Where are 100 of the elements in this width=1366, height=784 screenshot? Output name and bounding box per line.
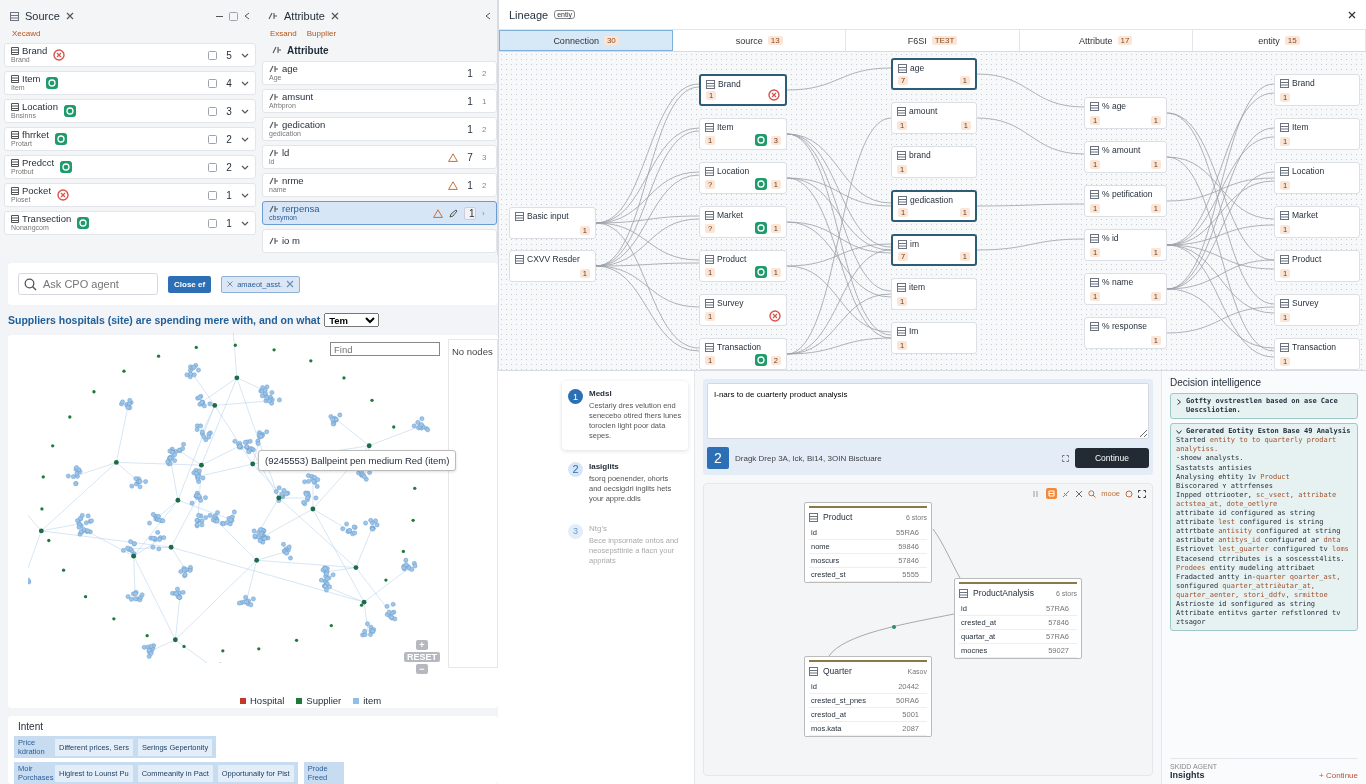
node-tooltip: (9245553) Ballpeint pen medium Red (item) <box>258 450 457 471</box>
window-title: Lineage <box>509 8 549 21</box>
step-number: 1 <box>568 389 583 404</box>
table-icon <box>1090 321 1099 331</box>
item-name: Predcct <box>22 158 55 169</box>
panel-title: Source <box>25 10 60 22</box>
continue-link[interactable]: + Continue <box>1319 771 1358 780</box>
node-label: age <box>910 63 925 73</box>
node-label: im <box>910 239 919 249</box>
node-label: % amount <box>1102 145 1141 155</box>
attribute-row[interactable]: io m <box>262 229 497 253</box>
category-select[interactable]: Tem <box>324 313 380 327</box>
attribute-name: rerpensa <box>282 204 320 215</box>
column-tab[interactable]: source 13 <box>673 30 847 51</box>
step-title: Medsl <box>589 389 613 398</box>
log-card[interactable] <box>1170 423 1358 632</box>
pencil-icon[interactable] <box>449 208 458 218</box>
expand-icon[interactable] <box>1061 454 1069 462</box>
table-icon <box>959 588 968 598</box>
node-label: % petification <box>1102 189 1153 199</box>
empty-panel-text: No nodes <box>448 339 498 668</box>
chevron-down-icon[interactable] <box>241 52 249 58</box>
chevron-down-icon[interactable] <box>241 80 249 86</box>
chevron-down-icon[interactable] <box>241 108 249 114</box>
prompt-field[interactable]: I-nars to de cuarterly product analysis <box>707 383 1149 439</box>
fullscreen-icon[interactable] <box>1138 489 1146 498</box>
collapse-icon[interactable] <box>244 12 250 20</box>
attribute-name: io m <box>282 236 300 246</box>
continue-button[interactable]: Continue <box>1074 448 1149 468</box>
table-icon <box>515 254 524 264</box>
chevron-down-icon[interactable] <box>241 220 249 226</box>
table-icon <box>11 187 19 196</box>
item-count: 1 <box>225 189 233 201</box>
attribute-icon <box>269 237 279 245</box>
graph-title: Suppliers hospitals (site) are spending mere with, and on what <box>8 314 321 326</box>
close-icon[interactable] <box>330 12 339 20</box>
search-field[interactable]: Ask CPO agent <box>18 273 158 295</box>
legend-label: item <box>363 695 382 706</box>
column-tab[interactable]: F6SI TE3T <box>846 30 1020 51</box>
table-icon <box>705 342 714 352</box>
attribute-trail: 2 <box>482 180 488 190</box>
node-label: Product <box>1292 254 1322 264</box>
table-icon <box>11 75 19 84</box>
attribute-trail: 3 <box>482 152 488 162</box>
chevron-down-icon[interactable] <box>241 164 249 170</box>
attribute-icon <box>269 121 279 130</box>
link-icon[interactable] <box>1062 489 1071 498</box>
eye-icon[interactable] <box>1125 489 1133 498</box>
table-icon <box>1280 342 1289 352</box>
legend-label: Supplier <box>306 695 342 706</box>
minimize-icon[interactable] <box>216 14 223 18</box>
table-icon <box>11 103 19 112</box>
node-label: Product <box>717 254 747 264</box>
table-icon <box>897 106 906 116</box>
panel-title: Attribute <box>284 10 325 22</box>
table-name: ProductAnalysis <box>973 588 1034 598</box>
table-icon <box>1280 298 1289 308</box>
close-button[interactable]: Close ef <box>168 275 212 293</box>
attribute-name: age <box>282 64 298 75</box>
attribute-icon <box>268 12 278 20</box>
node-label: Brand <box>1292 78 1315 88</box>
node-label: Survey <box>1292 298 1319 308</box>
column-tab[interactable]: Attribute 17 <box>1019 30 1193 51</box>
attribute-icon <box>269 149 279 158</box>
toolbar-link[interactable]: Exsand <box>270 29 297 38</box>
node-label: % age <box>1102 101 1127 111</box>
close-icon[interactable] <box>1348 10 1356 19</box>
table-name: Quarter <box>823 666 852 676</box>
attribute-trail: › <box>482 208 486 218</box>
table-icon <box>1280 254 1289 264</box>
step-number: 3 <box>568 523 583 539</box>
count-badge: 15 <box>1284 36 1300 45</box>
attribute-icon <box>272 46 282 54</box>
search-icon[interactable] <box>1088 489 1097 498</box>
table-icon <box>898 63 907 73</box>
column-header: Attribute <box>287 44 329 56</box>
collapse-icon[interactable] <box>485 12 491 20</box>
table-icon <box>897 282 906 292</box>
node-label: Im <box>909 326 919 336</box>
item-name: fhrrket <box>22 130 49 141</box>
chevron-down-icon[interactable] <box>241 136 249 142</box>
attribute-count: 1 <box>466 67 474 79</box>
table-name: Product <box>823 512 853 522</box>
table-icon <box>705 254 714 264</box>
relation-line <box>932 528 961 579</box>
step-number: 2 <box>568 461 583 477</box>
table-icon <box>809 666 818 676</box>
table-icon <box>1090 233 1099 243</box>
toolbar-link[interactable]: Bupplier <box>306 29 337 38</box>
node-label: Transaction <box>1292 342 1337 352</box>
chevron-down-icon[interactable] <box>1176 429 1182 436</box>
column-tab[interactable]: Connection 30 <box>499 30 674 51</box>
chevron-down-icon[interactable] <box>241 192 249 198</box>
item-count: 3 <box>225 105 233 117</box>
expand-link[interactable]: Xecawd <box>12 29 41 38</box>
column-tab[interactable]: entity 15 <box>1192 30 1366 51</box>
close-icon[interactable] <box>65 12 74 20</box>
chevron-right-icon[interactable] <box>1176 399 1182 405</box>
footer-title: Insights <box>1170 770 1206 780</box>
find-field[interactable]: Find <box>330 342 440 356</box>
